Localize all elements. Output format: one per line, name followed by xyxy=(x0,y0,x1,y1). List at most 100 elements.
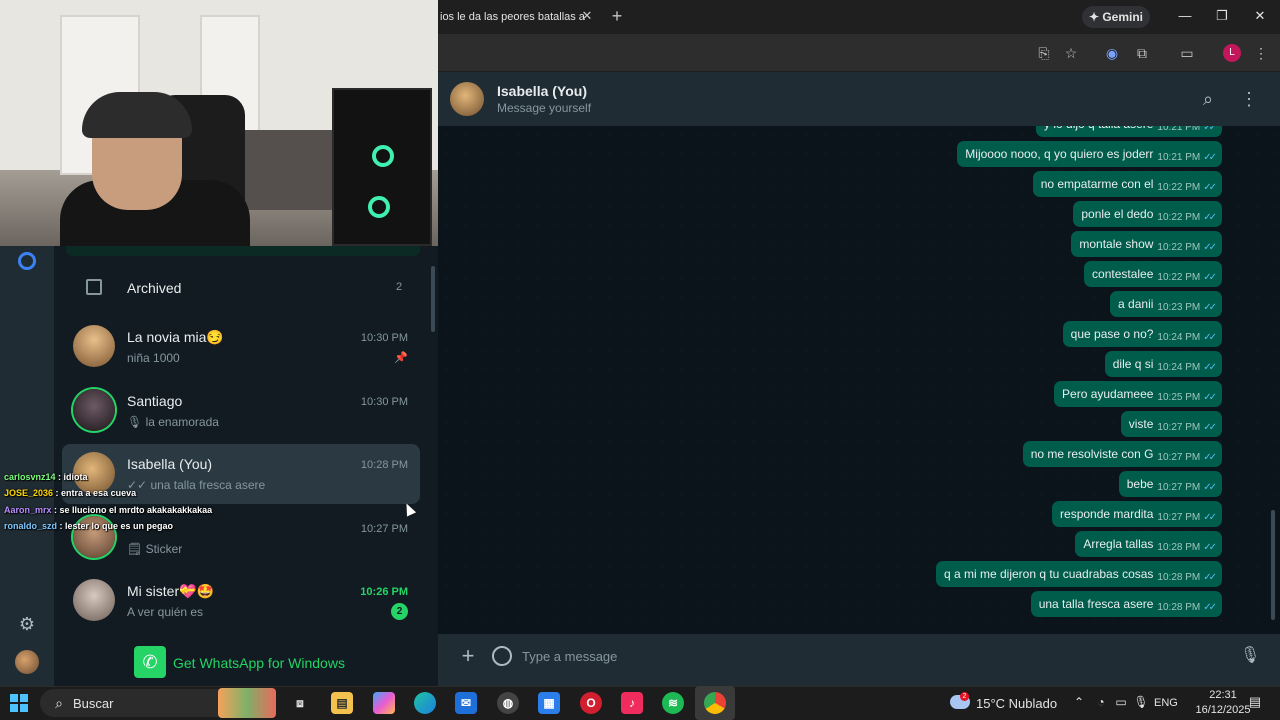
archive-icon xyxy=(86,279,102,295)
stream-chat-text: : idiota xyxy=(55,472,88,482)
microphone-tray-icon[interactable]: 🎙 xyxy=(1133,694,1149,710)
gemini-button[interactable]: ✦ Gemini xyxy=(1082,6,1150,28)
message-bubble[interactable]: q a mi me dijeron q tu cuadrabas cosas 10… xyxy=(935,561,1222,587)
get-whatsapp-link[interactable]: Get WhatsApp for Windows xyxy=(173,655,345,671)
search-glass-icon: ⌕ xyxy=(55,695,63,711)
stream-chat-user: carlosvnz14 xyxy=(4,472,56,482)
message-bubble[interactable]: responde mardita 10:27 PM ✓✓ xyxy=(1052,501,1222,527)
chat-row[interactable] xyxy=(62,317,420,377)
message-time: 10:27 PM xyxy=(1157,421,1201,433)
side-panel-icon[interactable]: ▭ xyxy=(1178,44,1196,62)
contact-avatar[interactable] xyxy=(450,82,484,116)
message-time: 10:21 PM xyxy=(1157,151,1201,163)
message-bubble[interactable]: contestalee 10:22 PM ✓✓ xyxy=(1084,261,1222,287)
menu-kebab-icon[interactable]: ⋮ xyxy=(1240,89,1258,109)
read-ticks-icon: ✓✓ xyxy=(1203,601,1217,613)
maximize-icon[interactable]: ❐ xyxy=(1213,8,1231,24)
message-bubble[interactable]: que pase o no? 10:24 PM ✓✓ xyxy=(1062,321,1222,347)
extension-meet-icon[interactable]: ◉ xyxy=(1103,44,1121,62)
notifications-icon[interactable]: ▤ xyxy=(1246,694,1264,710)
message-input[interactable] xyxy=(522,644,1222,668)
message-text: ponle el dedo xyxy=(1081,207,1154,221)
chat-row[interactable] xyxy=(62,508,420,568)
webcam-overlay xyxy=(0,0,438,246)
profile-avatar-nav[interactable] xyxy=(15,650,39,674)
message-text: a danii xyxy=(1118,297,1154,311)
extensions-puzzle-icon[interactable]: ⧉ xyxy=(1133,44,1151,62)
message-bubble[interactable]: Arregla tallas 10:28 PM ✓✓ xyxy=(1075,531,1222,557)
weather-label[interactable]: 15°C Nublado xyxy=(976,696,1057,711)
microphone-icon[interactable]: 🎙 xyxy=(1240,646,1260,666)
message-bubble[interactable]: viste 10:27 PM ✓✓ xyxy=(1120,411,1222,437)
message-bubble[interactable]: una talla fresca asere 10:28 PM ✓✓ xyxy=(1030,591,1222,617)
file-explorer-icon[interactable]: ▤ xyxy=(331,692,353,714)
browser-tab[interactable]: ios le da las peores batallas a xyxy=(438,0,601,34)
read-ticks-icon: ✓✓ xyxy=(1203,271,1217,283)
settings-gear-icon[interactable]: ⚙ xyxy=(17,614,37,634)
battery-icon[interactable]: ▭ xyxy=(1113,694,1129,710)
message-text: q a mi me dijeron q tu cuadrabas cosas xyxy=(943,567,1154,581)
message-bubble[interactable]: dile q si 10:24 PM ✓✓ xyxy=(1104,351,1222,377)
bookmark-star-icon[interactable]: ☆ xyxy=(1062,44,1080,62)
message-bubble[interactable]: no me resolviste con G 10:27 PM ✓✓ xyxy=(1022,441,1222,467)
chat-name: Isabella (You) xyxy=(127,456,213,472)
stream-chat-message: carlosvnz14 : idiota xyxy=(4,472,88,482)
copilot-icon[interactable] xyxy=(373,692,395,714)
tab-close-icon[interactable]: ✕ xyxy=(580,9,594,23)
windows-start-icon[interactable] xyxy=(10,694,28,712)
emoji-icon[interactable] xyxy=(492,646,512,666)
store-icon[interactable]: ▦ xyxy=(538,692,560,714)
message-text: Arregla tallas xyxy=(1083,537,1154,551)
outlook-icon[interactable]: ✉ xyxy=(455,692,477,714)
chat-row[interactable] xyxy=(62,571,420,631)
search-icon[interactable]: ⌕ xyxy=(1198,89,1218,109)
unread-badge: 2 xyxy=(391,603,408,620)
conversation-header[interactable] xyxy=(438,72,1280,126)
chat-avatar xyxy=(73,579,115,621)
message-bubble[interactable]: ponle el dedo 10:22 PM ✓✓ xyxy=(1073,201,1222,227)
message-bubble[interactable]: no empatarme con el 10:22 PM ✓✓ xyxy=(1032,171,1222,197)
chat-list-scrollbar[interactable] xyxy=(431,266,435,332)
read-ticks-icon: ✓✓ xyxy=(1203,151,1217,163)
attach-plus-icon[interactable]: + xyxy=(458,645,478,667)
task-view-icon[interactable]: ⧈ xyxy=(289,692,311,714)
archived-row[interactable] xyxy=(54,268,438,308)
message-text: que pase o no? xyxy=(1070,327,1154,341)
message-text: dile q si xyxy=(1112,357,1154,371)
contact-name: Isabella (You) xyxy=(497,83,587,99)
chat-row[interactable] xyxy=(62,381,420,441)
read-ticks-icon: ✓✓ xyxy=(1203,126,1217,133)
opera-icon[interactable]: O xyxy=(580,692,602,714)
message-bubble[interactable]: Pero ayudameee 10:25 PM ✓✓ xyxy=(1054,381,1222,407)
new-tab-icon[interactable]: + xyxy=(609,7,625,25)
archived-count: 2 xyxy=(396,281,403,293)
minimize-icon[interactable]: — xyxy=(1176,8,1194,24)
message-bubble[interactable]: montale show 10:22 PM ✓✓ xyxy=(1071,231,1222,257)
obs-icon[interactable]: ◍ xyxy=(497,692,519,714)
conversation-scrollbar[interactable] xyxy=(1271,510,1275,620)
read-ticks-icon: ✓✓ xyxy=(1203,211,1217,223)
chrome-icon[interactable] xyxy=(704,692,726,714)
tray-chevron-up-icon[interactable]: ⌃ xyxy=(1071,694,1087,710)
tiktok-icon[interactable]: ♪ xyxy=(621,692,643,714)
read-ticks-icon: ✓✓ xyxy=(1203,541,1217,553)
message-bubble[interactable]: a danii 10:23 PM ✓✓ xyxy=(1110,291,1222,317)
search-highlight-image xyxy=(218,688,276,718)
message-time: 10:23 PM xyxy=(1157,301,1201,313)
contact-subtitle: Message yourself xyxy=(497,101,592,115)
install-app-icon[interactable]: ⎘ xyxy=(1035,44,1053,62)
network-icon[interactable]: ◔ xyxy=(1093,694,1109,710)
meta-ai-icon[interactable] xyxy=(18,252,36,270)
window-close-icon[interactable]: ✕ xyxy=(1251,8,1269,24)
edge-icon[interactable] xyxy=(414,692,436,714)
browser-menu-icon[interactable]: ⋮ xyxy=(1252,44,1270,62)
message-bubble[interactable]: y lo dijo q talla asere 10:21 PM✓✓ xyxy=(1036,126,1222,137)
profile-avatar[interactable]: L xyxy=(1223,44,1241,62)
clock-time[interactable]: 22:31 xyxy=(1196,689,1250,701)
language-indicator[interactable]: ENG xyxy=(1154,697,1178,709)
message-list[interactable]: y lo dijo q talla asere10:21 PM✓✓ Mijoooo… xyxy=(438,126,1280,634)
message-time: 10:24 PM xyxy=(1157,361,1201,373)
message-bubble[interactable]: Mijoooo nooo, q yo quiero es joderr 10:21… xyxy=(957,141,1222,167)
spotify-icon[interactable]: ≋ xyxy=(662,692,684,714)
message-bubble[interactable]: bebe 10:27 PM ✓✓ xyxy=(1118,471,1222,497)
